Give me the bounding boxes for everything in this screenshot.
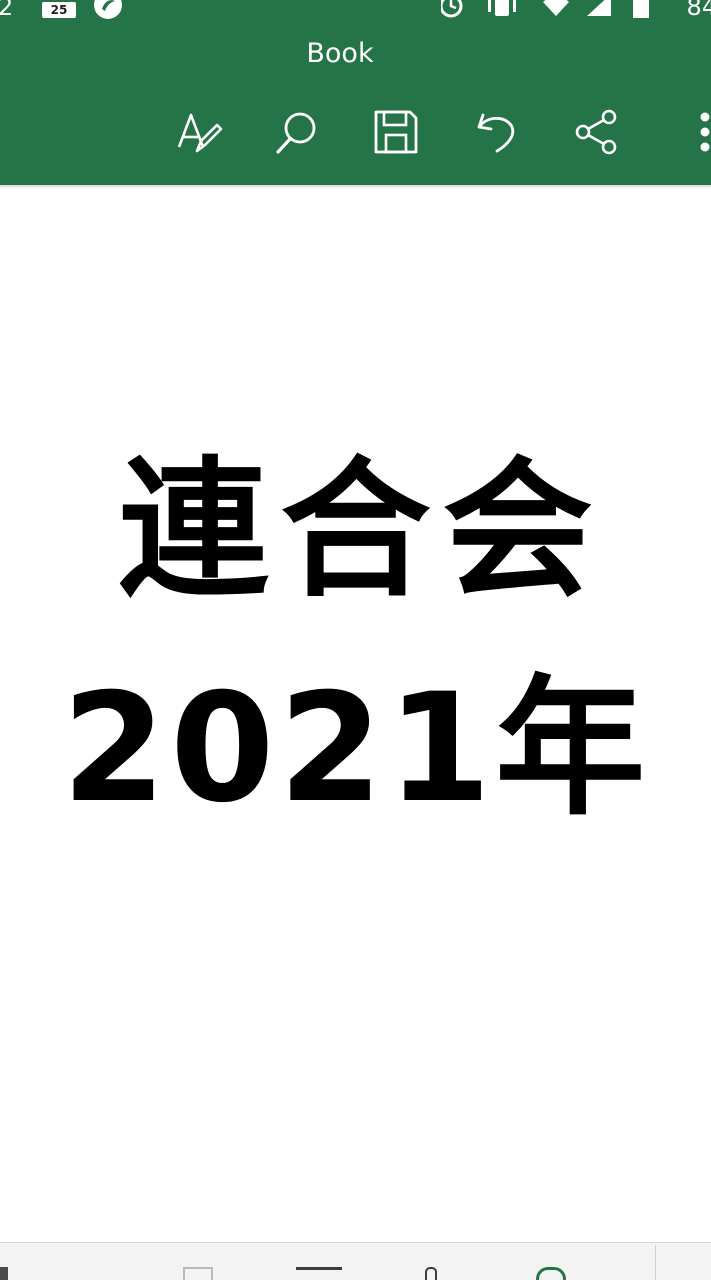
document-title: Book [306,38,374,69]
bottom-bar-edge-icon[interactable] [0,1267,8,1280]
battery-level: 84 [686,0,711,21]
app-notification-icon [94,0,122,19]
calendar-badge-icon: 25 [42,2,76,18]
document-view[interactable]: 連合会 2021年 [0,189,711,1239]
status-time: 2 [0,0,14,21]
alarm-icon [441,0,463,18]
bottom-bar-sheet-icon[interactable] [183,1267,213,1280]
save-icon [374,110,418,154]
battery-icon [633,0,649,18]
share-icon [575,109,617,155]
undo-icon [477,113,515,153]
save-button[interactable] [368,104,424,160]
bottom-bar-divider [655,1245,656,1280]
screen: 2 25 84 Book 連合会 2021年 [0,0,711,1280]
undo-button[interactable] [468,104,524,160]
search-icon [276,112,316,154]
bottom-bar-app-icon[interactable] [536,1267,566,1280]
status-icons [441,0,649,18]
app-bar: 2 25 84 Book [0,0,711,185]
status-bar: 2 25 84 [0,0,711,22]
signal-icon [587,0,611,16]
draw-icon [177,113,223,153]
draw-button[interactable] [170,104,226,160]
bottom-bar-view-icon[interactable] [296,1267,342,1280]
document-text-line-1: 連合会 [118,444,605,618]
more-options-button[interactable] [668,104,711,160]
wifi-icon [543,0,569,16]
more-icon [700,112,710,152]
search-button[interactable] [268,104,324,160]
vibrate-icon [488,0,516,16]
bottom-bar-item-icon[interactable] [425,1267,437,1280]
document-text-line-2: 2021年 [61,662,650,836]
bottom-bar [0,1242,711,1280]
share-button[interactable] [568,104,624,160]
